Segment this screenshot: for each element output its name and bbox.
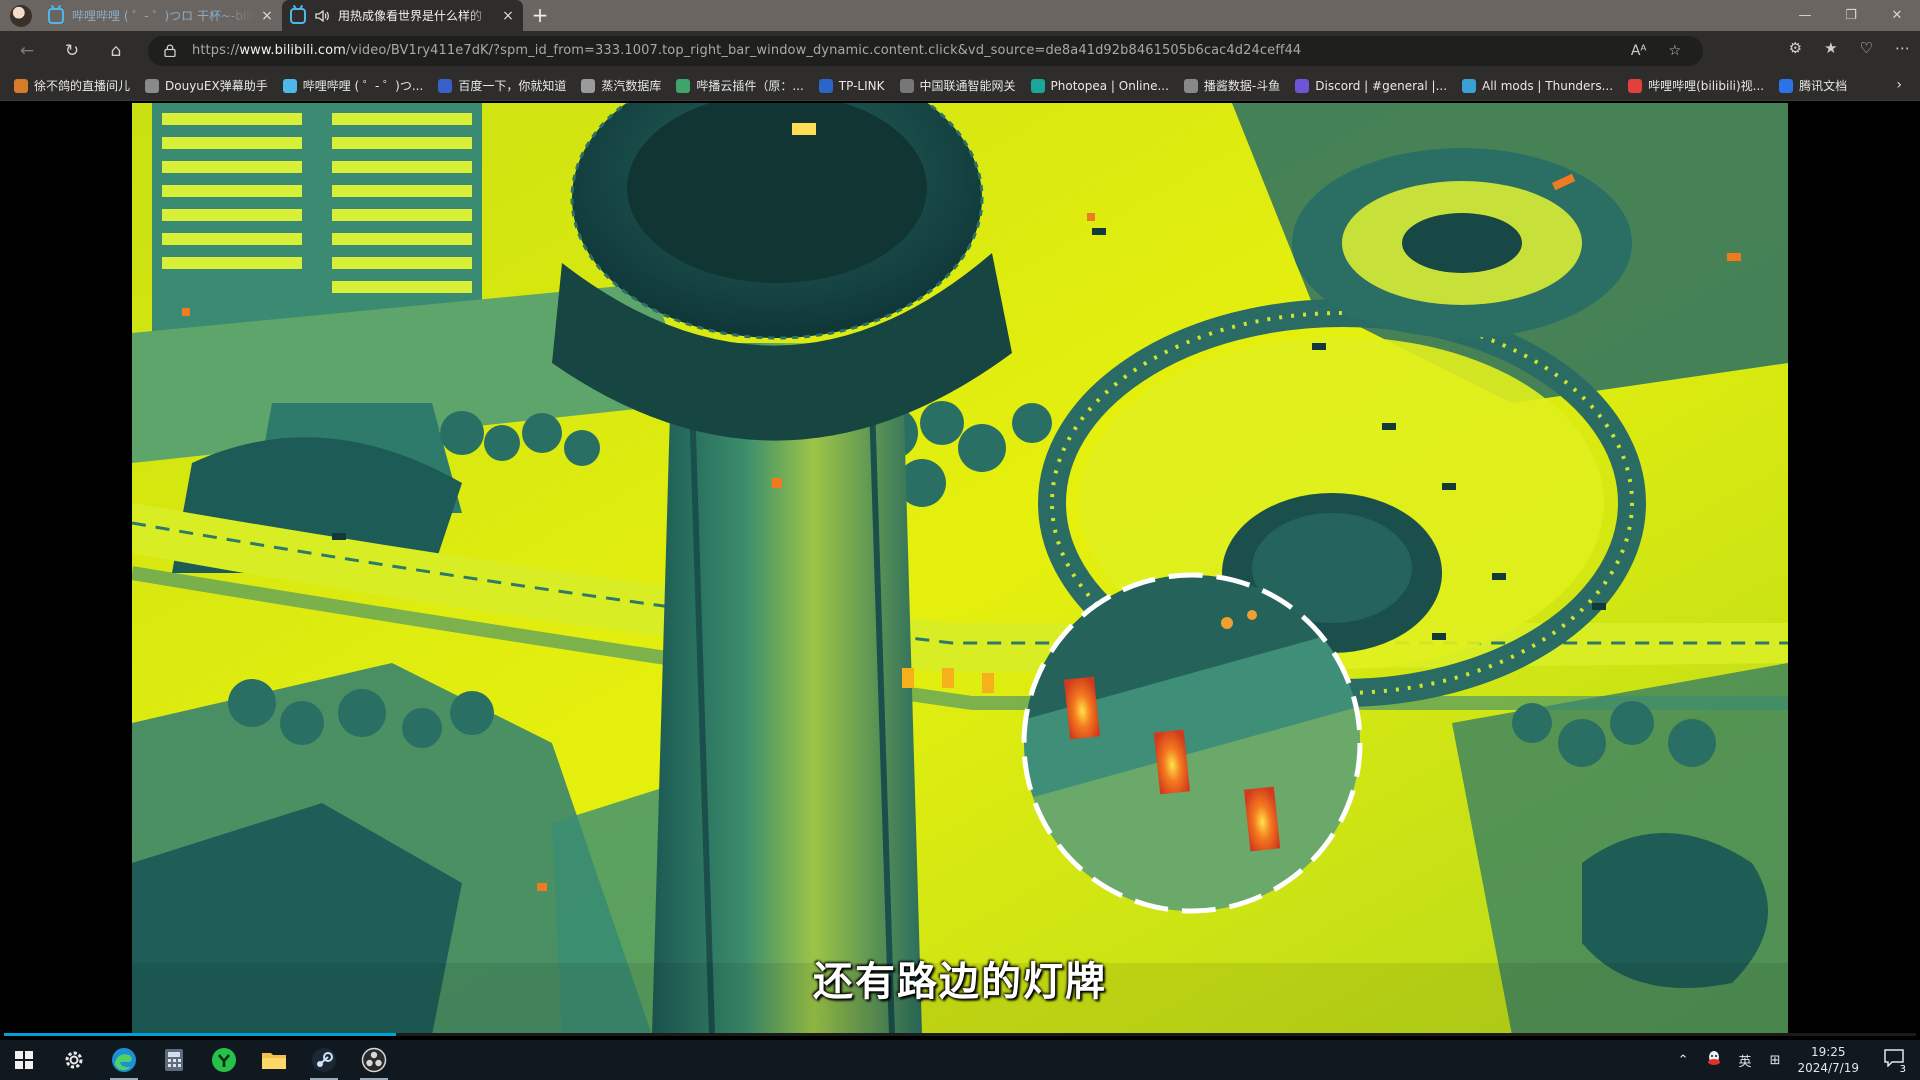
tab-title: 用热成像看世界是什么样的: [338, 9, 483, 23]
globe-icon: [1183, 78, 1198, 93]
bookmark-item[interactable]: 蒸汽数据库: [581, 77, 661, 94]
bookmark-label: 哔哩哔哩(bilibili)视...: [1648, 79, 1765, 93]
bookmark-label: 蒸汽数据库: [601, 79, 662, 93]
extensions-icon[interactable]: ⚙: [1789, 39, 1802, 57]
leaf-icon: [676, 78, 691, 93]
bookmark-item[interactable]: 百度一下，你就知道: [438, 77, 566, 94]
page-icon: [899, 78, 914, 93]
system-tray: ⌃ 英 ⊞ 19:25 2024/7/19 3: [1669, 1040, 1920, 1080]
calculator-icon[interactable]: [150, 1040, 198, 1080]
bookmark-item[interactable]: 哔播云插件（原：...: [676, 77, 804, 94]
bookmark-item[interactable]: All mods | Thunders...: [1462, 78, 1614, 93]
browser-tab-strip: 哔哩哔哩 ( ゜- ゜)つロ 干杯~-bilibili × 用热成像看世界是什么…: [0, 0, 1920, 31]
close-window-icon[interactable]: ✕: [1874, 0, 1920, 31]
more-menu-icon[interactable]: ⋯: [1895, 39, 1910, 57]
notification-count-badge: 3: [1897, 1064, 1908, 1075]
bilibili-tab-icon: [290, 7, 306, 24]
qq-icon[interactable]: [1707, 1050, 1721, 1070]
steam-icon[interactable]: [300, 1040, 348, 1080]
home-icon[interactable]: ⌂: [103, 38, 129, 64]
video-frame[interactable]: 还有路边的灯牌: [132, 103, 1788, 1035]
tab-active-video[interactable]: 用热成像看世界是什么样的 ×: [282, 0, 523, 31]
back-arrow-icon[interactable]: ←: [14, 38, 40, 64]
ime-mode-icon[interactable]: ⊞: [1770, 1053, 1781, 1068]
notification-center-icon[interactable]: 3: [1884, 1049, 1908, 1075]
video-player[interactable]: 还有路边的灯牌: [4, 103, 1916, 1035]
bookmark-label: 哔播云插件（原：...: [696, 79, 804, 93]
start-icon[interactable]: [0, 1040, 48, 1080]
speaker-icon[interactable]: [314, 8, 330, 24]
url-actions: Aᴬ ☆: [1631, 36, 1703, 66]
bookmarks-overflow-chevron-icon[interactable]: ›: [1896, 77, 1902, 93]
taskbar-clock[interactable]: 19:25 2024/7/19: [1797, 1044, 1859, 1076]
discord-icon: [1295, 78, 1310, 93]
close-tab-icon[interactable]: ×: [497, 8, 519, 24]
bookmark-label: 播酱数据-斗鱼: [1203, 79, 1281, 93]
address-bar[interactable]: https://www.bilibili.com/video/BV1ry411e…: [148, 36, 1703, 66]
bookmark-label: TP-LINK: [838, 78, 885, 93]
bookmark-item[interactable]: 哔哩哔哩 ( ゜- ゜)つ...: [282, 77, 424, 94]
read-aloud-icon[interactable]: Aᴬ: [1631, 43, 1647, 59]
bookmark-label: All mods | Thunders...: [1482, 78, 1614, 93]
database-icon: [581, 78, 596, 93]
browser-tools: ⚙ ★ ♡ ⋯: [1789, 39, 1910, 57]
puzzle-icon: [145, 78, 160, 93]
bilibili-tab-icon: [48, 7, 64, 24]
clock-time: 19:25: [1810, 1045, 1846, 1059]
photopea-icon: [1030, 78, 1045, 93]
bookmark-label: 百度一下，你就知道: [458, 79, 567, 93]
close-tab-icon[interactable]: ×: [256, 8, 278, 24]
obs-icon[interactable]: [350, 1040, 398, 1080]
tab-bilibili-home[interactable]: 哔哩哔哩 ( ゜- ゜)つロ 干杯~-bilibili ×: [0, 0, 282, 31]
video-progress-bar[interactable]: [4, 1033, 1916, 1036]
windows-taskbar: ⌃ 英 ⊞ 19:25 2024/7/19 3: [0, 1040, 1920, 1080]
bookmarks-bar: 徐不鸽的直播间儿 DouyuEX弹幕助手 哔哩哔哩 ( ゜- ゜)つ... 百度一下，…: [0, 71, 1920, 101]
bookmark-label: Photopea | Online...: [1050, 78, 1169, 93]
thunderstore-icon: [1462, 78, 1477, 93]
file-explorer-icon[interactable]: [250, 1040, 298, 1080]
tencent-docs-icon: [1779, 78, 1794, 93]
favorite-star-icon[interactable]: ☆: [1668, 43, 1681, 59]
bookmark-label: 哔哩哔哩 ( ゜- ゜)つ...: [302, 79, 424, 93]
refresh-icon[interactable]: ↻: [59, 38, 85, 64]
video-subtitle: 还有路边的灯牌: [813, 959, 1107, 1005]
settings-icon[interactable]: [50, 1040, 98, 1080]
url-text[interactable]: https://www.bilibili.com/video/BV1ry411e…: [192, 43, 1301, 58]
bookmark-item[interactable]: Photopea | Online...: [1030, 78, 1169, 93]
bilibili-red-icon: [1628, 78, 1643, 93]
user-icon: [14, 78, 28, 93]
tray-overflow-chevron-icon[interactable]: ⌃: [1678, 1053, 1689, 1068]
bookmark-item[interactable]: 腾讯文档: [1779, 77, 1847, 94]
profile-avatar[interactable]: [10, 4, 32, 27]
bilibili-icon: [282, 78, 297, 93]
bookmark-item[interactable]: 播酱数据-斗鱼: [1183, 77, 1281, 94]
bookmark-item[interactable]: TP-LINK: [818, 78, 885, 93]
minimize-icon[interactable]: —: [1782, 0, 1828, 31]
bookmark-label: 徐不鸽的直播间儿: [34, 79, 131, 93]
bookmark-item[interactable]: 哔哩哔哩(bilibili)视...: [1628, 77, 1764, 94]
video-progress-fill: [4, 1033, 396, 1036]
green-app-icon[interactable]: [200, 1040, 248, 1080]
edge-icon[interactable]: [100, 1040, 148, 1080]
new-tab-button[interactable]: +: [528, 3, 552, 27]
browser-toolbar: ← ↻ ⌂ https://www.bilibili.com/video/BV1…: [0, 31, 1920, 71]
restore-icon[interactable]: ❐: [1828, 0, 1874, 31]
clock-date: 2024/7/19: [1797, 1061, 1859, 1075]
tplink-icon: [818, 78, 833, 93]
thermal-video-image: [132, 103, 1788, 1035]
bookmark-label: DouyuEX弹幕助手: [165, 79, 268, 93]
bookmark-label: 腾讯文档: [1799, 79, 1848, 93]
baidu-icon: [438, 78, 453, 93]
browser-essentials-icon[interactable]: ♡: [1860, 39, 1873, 57]
bookmark-item[interactable]: DouyuEX弹幕助手: [145, 77, 268, 94]
bookmark-label: Discord | #general |...: [1315, 78, 1448, 93]
bookmark-item[interactable]: Discord | #general |...: [1295, 78, 1448, 93]
bookmark-item[interactable]: 中国联通智能网关: [899, 77, 1016, 94]
bookmark-item[interactable]: 徐不鸽的直播间儿: [14, 77, 130, 94]
ime-language-indicator[interactable]: 英: [1739, 1051, 1752, 1070]
favorites-icon[interactable]: ★: [1824, 39, 1837, 57]
lock-icon[interactable]: [164, 44, 176, 57]
tab-title: 哔哩哔哩 ( ゜- ゜)つロ 干杯~-bilibili: [72, 9, 256, 23]
bookmark-label: 中国联通智能网关: [919, 79, 1016, 93]
